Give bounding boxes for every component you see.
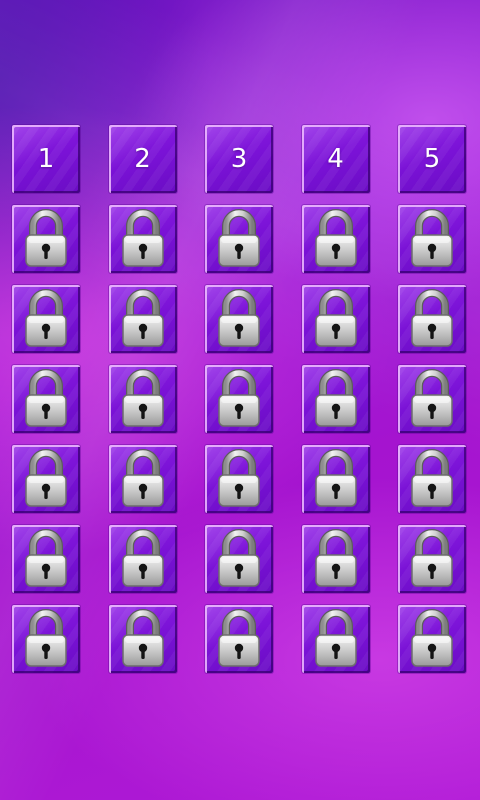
padlock-icon (120, 529, 166, 589)
padlock-icon (409, 209, 455, 269)
padlock-icon (216, 369, 262, 429)
level-number: 3 (230, 144, 248, 174)
level-number: 1 (37, 144, 55, 174)
padlock-icon (120, 449, 166, 509)
padlock-icon (216, 289, 262, 349)
locked-level-tile[interactable] (301, 205, 370, 273)
level-grid: 1 2 3 4 5 (12, 125, 466, 673)
locked-level-tile[interactable] (301, 605, 370, 673)
locked-level-tile[interactable] (12, 525, 80, 593)
locked-level-tile[interactable] (12, 365, 80, 433)
locked-level-tile[interactable] (398, 205, 466, 273)
level-tile-4[interactable]: 4 (301, 125, 370, 193)
padlock-icon (216, 529, 262, 589)
padlock-icon (409, 529, 455, 589)
locked-level-tile[interactable] (12, 605, 80, 673)
locked-level-tile[interactable] (398, 525, 466, 593)
padlock-icon (313, 289, 359, 349)
padlock-icon (216, 209, 262, 269)
padlock-icon (120, 289, 166, 349)
padlock-icon (23, 289, 69, 349)
locked-level-tile[interactable] (205, 205, 273, 273)
padlock-icon (409, 449, 455, 509)
locked-level-tile[interactable] (205, 285, 273, 353)
locked-level-tile[interactable] (108, 445, 177, 513)
level-tile-2[interactable]: 2 (108, 125, 177, 193)
locked-level-tile[interactable] (398, 365, 466, 433)
locked-level-tile[interactable] (108, 285, 177, 353)
padlock-icon (313, 609, 359, 669)
padlock-icon (313, 209, 359, 269)
padlock-icon (216, 609, 262, 669)
padlock-icon (120, 609, 166, 669)
locked-level-tile[interactable] (108, 525, 177, 593)
locked-level-tile[interactable] (12, 285, 80, 353)
padlock-icon (313, 369, 359, 429)
locked-level-tile[interactable] (205, 605, 273, 673)
locked-level-tile[interactable] (108, 205, 177, 273)
locked-level-tile[interactable] (301, 445, 370, 513)
locked-level-tile[interactable] (12, 445, 80, 513)
level-number: 2 (134, 144, 151, 174)
padlock-icon (409, 609, 455, 669)
locked-level-tile[interactable] (205, 365, 273, 433)
locked-level-tile[interactable] (108, 605, 177, 673)
padlock-icon (120, 369, 166, 429)
locked-level-tile[interactable] (398, 285, 466, 353)
padlock-icon (23, 529, 69, 589)
locked-level-tile[interactable] (398, 445, 466, 513)
locked-level-tile[interactable] (301, 525, 370, 593)
padlock-icon (23, 209, 69, 269)
level-tile-3[interactable]: 3 (205, 125, 273, 193)
padlock-icon (313, 529, 359, 589)
level-tile-5[interactable]: 5 (398, 125, 466, 193)
locked-level-tile[interactable] (301, 365, 370, 433)
level-tile-1[interactable]: 1 (12, 125, 80, 193)
padlock-icon (23, 609, 69, 669)
locked-level-tile[interactable] (12, 205, 80, 273)
locked-level-tile[interactable] (398, 605, 466, 673)
level-number: 5 (423, 144, 441, 174)
padlock-icon (409, 289, 455, 349)
locked-level-tile[interactable] (205, 525, 273, 593)
padlock-icon (23, 369, 69, 429)
padlock-icon (23, 449, 69, 509)
padlock-icon (313, 449, 359, 509)
padlock-icon (120, 209, 166, 269)
padlock-icon (409, 369, 455, 429)
padlock-icon (216, 449, 262, 509)
level-number: 4 (327, 144, 344, 174)
locked-level-tile[interactable] (205, 445, 273, 513)
locked-level-tile[interactable] (301, 285, 370, 353)
locked-level-tile[interactable] (108, 365, 177, 433)
